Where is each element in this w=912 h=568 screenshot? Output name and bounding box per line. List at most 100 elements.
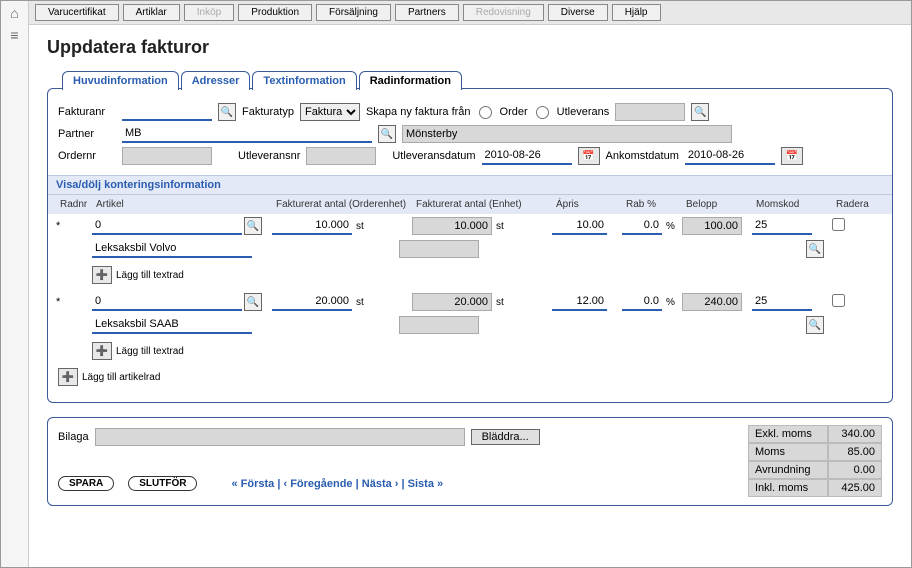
- partner-label: Partner: [58, 128, 116, 140]
- radnr-cell: *: [56, 296, 92, 308]
- slutfor-button[interactable]: SLUTFÖR: [128, 476, 197, 491]
- sub-grey-input: [399, 240, 479, 258]
- artikel-search-icon[interactable]: 🔍: [244, 217, 262, 235]
- home-icon[interactable]: ⌂: [10, 5, 18, 21]
- fakt-enh-input: [412, 217, 492, 235]
- utleveransnr-input: [306, 147, 376, 165]
- menu-varucertifikat[interactable]: Varucertifikat: [35, 4, 119, 21]
- moms-label: Moms: [748, 443, 828, 461]
- kontering-header[interactable]: Visa/dölj konteringsinformation: [48, 175, 892, 195]
- hdr-artikel: Artikel: [92, 197, 272, 212]
- rab-input[interactable]: [622, 217, 662, 235]
- inkl-value: 425.00: [828, 479, 882, 497]
- add-artikelrad-icon[interactable]: ➕: [58, 368, 78, 386]
- tab-huvudinformation[interactable]: Huvudinformation: [62, 71, 179, 90]
- artikel-name-input[interactable]: [92, 316, 252, 334]
- nav-last[interactable]: Sista »: [408, 478, 443, 490]
- left-iconbar: ⌂ ≡: [1, 1, 29, 567]
- menu-artiklar[interactable]: Artiklar: [123, 4, 180, 21]
- add-textrad-icon[interactable]: ➕: [92, 342, 112, 360]
- spara-button[interactable]: SPARA: [58, 476, 114, 491]
- radera-checkbox[interactable]: [832, 294, 845, 307]
- skapa-label: Skapa ny faktura från: [366, 106, 471, 118]
- artikel-name-input[interactable]: [92, 240, 252, 258]
- unit-label: st: [496, 221, 504, 232]
- utleverans-label: Utleverans: [557, 106, 610, 118]
- menu-produktion[interactable]: Produktion: [238, 4, 312, 21]
- main-panel: Huvudinformation Adresser Textinformatio…: [47, 88, 893, 403]
- table-row: * 🔍 st st %: [48, 214, 892, 238]
- utleverans-radio[interactable]: [536, 106, 549, 119]
- ankomstdatum-input[interactable]: [685, 147, 775, 165]
- radnr-cell: *: [56, 220, 92, 232]
- exkl-label: Exkl. moms: [748, 425, 828, 443]
- tab-radinformation[interactable]: Radinformation: [359, 71, 462, 90]
- belopp-input: [682, 217, 742, 235]
- tab-textinformation[interactable]: Textinformation: [252, 71, 356, 90]
- radera-checkbox[interactable]: [832, 218, 845, 231]
- bladdra-button[interactable]: Bläddra...: [471, 429, 540, 445]
- menubar: Varucertifikat Artiklar Inköp Produktion…: [29, 1, 911, 25]
- rab-input[interactable]: [622, 293, 662, 311]
- footer-panel: Bilaga Bläddra... SPARA SLUTFÖR « Första…: [47, 417, 893, 506]
- artikel-input[interactable]: [92, 217, 242, 235]
- moms-search-icon[interactable]: 🔍: [806, 240, 824, 258]
- nav-first[interactable]: « Första: [231, 478, 274, 490]
- exkl-value: 340.00: [828, 425, 882, 443]
- fakt-ord-input[interactable]: [272, 217, 352, 235]
- menu-redovisning[interactable]: Redovisning: [463, 4, 544, 21]
- utleveransnr-label: Utleveransnr: [238, 150, 300, 162]
- moms-search-icon[interactable]: 🔍: [806, 316, 824, 334]
- utleverans-input[interactable]: [615, 103, 685, 121]
- fakturanr-input[interactable]: [122, 103, 212, 121]
- menu-hjalp[interactable]: Hjälp: [612, 4, 661, 21]
- momskod-input[interactable]: [752, 293, 812, 311]
- artikel-search-icon[interactable]: 🔍: [244, 293, 262, 311]
- fakt-ord-input[interactable]: [272, 293, 352, 311]
- ordernr-label: Ordernr: [58, 150, 116, 162]
- tab-adresser[interactable]: Adresser: [181, 71, 251, 90]
- menu-forsaljning[interactable]: Försäljning: [316, 4, 391, 21]
- partner-code-input[interactable]: [122, 125, 372, 143]
- nav-prev[interactable]: ‹ Föregående: [283, 478, 352, 490]
- partner-search-icon[interactable]: 🔍: [378, 125, 396, 143]
- utleveransdatum-input[interactable]: [482, 147, 572, 165]
- momskod-input[interactable]: [752, 217, 812, 235]
- hdr-radnr: Radnr: [56, 197, 92, 212]
- inkl-label: Inkl. moms: [748, 479, 828, 497]
- avr-value: 0.00: [828, 461, 882, 479]
- add-artikelrad-link[interactable]: ➕ Lägg till artikelrad: [58, 368, 160, 386]
- unit-label: st: [356, 221, 364, 232]
- menu-diverse[interactable]: Diverse: [548, 4, 608, 21]
- percent-label: %: [666, 297, 675, 308]
- percent-label: %: [666, 221, 675, 232]
- menu-inkop[interactable]: Inköp: [184, 4, 234, 21]
- add-textrad-link[interactable]: ➕ Lägg till textrad: [92, 342, 184, 360]
- grid-header: Radnr Artikel Fakturerat antal (Orderenh…: [48, 195, 892, 214]
- sub-grey-input: [399, 316, 479, 334]
- utleveransdatum-calendar-icon[interactable]: 📅: [578, 147, 600, 165]
- fakturanr-search-icon[interactable]: 🔍: [218, 103, 236, 121]
- fakturatyp-label: Fakturatyp: [242, 106, 294, 118]
- menu-icon[interactable]: ≡: [10, 27, 18, 43]
- artikel-input[interactable]: [92, 293, 242, 311]
- order-radio[interactable]: [479, 106, 492, 119]
- nav-next[interactable]: Nästa ›: [362, 478, 399, 490]
- partner-name-input: [402, 125, 732, 143]
- fakturatyp-select[interactable]: Faktura: [300, 103, 360, 121]
- utleveransdatum-label: Utleveransdatum: [392, 150, 475, 162]
- add-textrad-icon[interactable]: ➕: [92, 266, 112, 284]
- bilaga-label: Bilaga: [58, 431, 89, 443]
- add-textrad-link[interactable]: ➕ Lägg till textrad: [92, 266, 184, 284]
- fakt-enh-input: [412, 293, 492, 311]
- bilaga-input[interactable]: [95, 428, 465, 446]
- totals-block: Exkl. moms340.00 Moms85.00 Avrundning0.0…: [748, 425, 882, 497]
- table-row: * 🔍 st st %: [48, 290, 892, 314]
- utleverans-search-icon[interactable]: 🔍: [691, 103, 709, 121]
- order-label: Order: [500, 106, 528, 118]
- hdr-fakt-enh: Fakturerat antal (Enhet): [412, 197, 552, 212]
- ankomstdatum-calendar-icon[interactable]: 📅: [781, 147, 803, 165]
- menu-partners[interactable]: Partners: [395, 4, 459, 21]
- apris-input[interactable]: [552, 293, 607, 311]
- apris-input[interactable]: [552, 217, 607, 235]
